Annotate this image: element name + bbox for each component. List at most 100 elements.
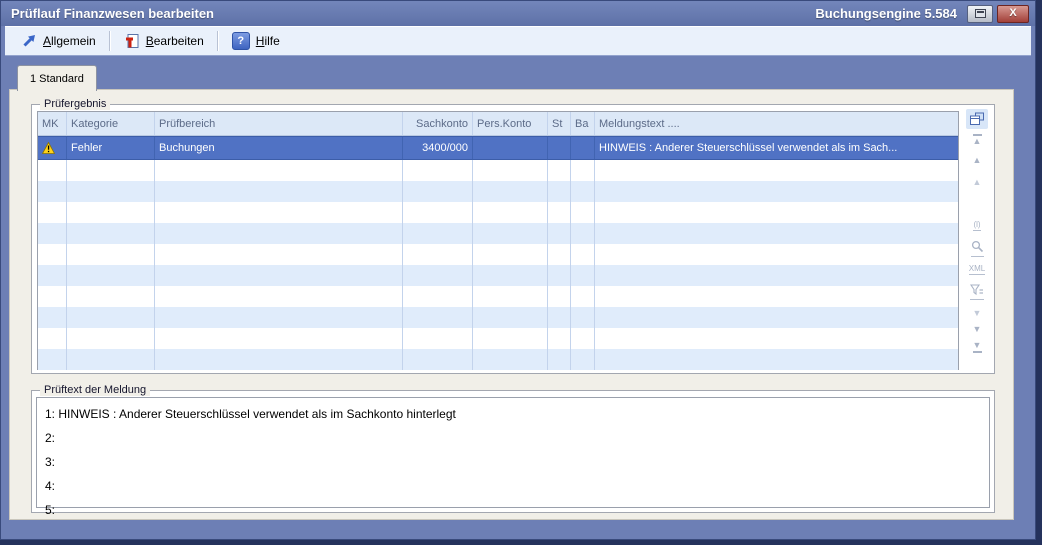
perskonto-cell: [473, 223, 548, 244]
brackets-button[interactable]: (l): [964, 221, 990, 231]
message-text-area[interactable]: 1: HINWEIS : Anderer Steuerschlüssel ver…: [36, 397, 990, 508]
sachkonto-cell: 3400/000: [403, 137, 473, 159]
filter-button[interactable]: [964, 284, 990, 300]
ba-cell: [571, 265, 595, 286]
st-cell: [548, 202, 571, 223]
perskonto-cell: [473, 286, 548, 307]
col-header-kategorie[interactable]: Kategorie: [67, 112, 155, 135]
result-group-title: Prüfergebnis: [40, 98, 110, 110]
engine-version-label: Buchungsengine 5.584: [815, 6, 957, 21]
mk-cell: [38, 349, 67, 370]
kategorie-cell: [67, 202, 155, 223]
col-header-mk[interactable]: MK: [38, 112, 67, 135]
st-cell: [548, 137, 571, 159]
perskonto-cell: [473, 160, 548, 181]
page-down-button[interactable]: ▼: [964, 309, 990, 318]
ba-cell: [571, 328, 595, 349]
scroll-to-top-button[interactable]: ▲: [964, 134, 990, 146]
pruefbereich-cell: [155, 349, 403, 370]
table-row-empty[interactable]: [38, 202, 958, 223]
ba-cell: [571, 137, 595, 159]
column-options-icon: [969, 112, 985, 126]
meldungstext-cell: [595, 202, 958, 223]
table-row-empty[interactable]: [38, 223, 958, 244]
perskonto-cell: [473, 328, 548, 349]
sachkonto-cell: [403, 265, 473, 286]
kategorie-cell: [67, 265, 155, 286]
kategorie-cell: [67, 328, 155, 349]
message-line-4: 4:: [45, 476, 989, 500]
table-row-empty[interactable]: [38, 181, 958, 202]
meldungstext-cell: [595, 349, 958, 370]
column-options-button[interactable]: [966, 109, 988, 129]
close-button[interactable]: X: [997, 5, 1029, 23]
arrow-up-right-icon: [21, 33, 37, 49]
meldungstext-cell: [595, 286, 958, 307]
allgemein-label: Allgemein: [43, 34, 96, 48]
perskonto-cell: [473, 244, 548, 265]
xml-button[interactable]: XML: [964, 265, 990, 275]
hilfe-button[interactable]: ? Hilfe: [226, 29, 286, 53]
st-cell: [548, 223, 571, 244]
sachkonto-cell: [403, 181, 473, 202]
sachkonto-cell: [403, 286, 473, 307]
table-row-selected[interactable]: Fehler Buchungen 3400/000 HINWEIS : Ande…: [38, 136, 958, 160]
search-button[interactable]: [964, 240, 990, 257]
mk-cell: [38, 160, 67, 181]
pruefbereich-cell: [155, 307, 403, 328]
meldungstext-cell: [595, 223, 958, 244]
pruefbereich-cell: [155, 223, 403, 244]
close-icon: X: [1009, 8, 1016, 19]
mk-cell: [38, 202, 67, 223]
table-row-empty[interactable]: [38, 307, 958, 328]
restore-button[interactable]: [967, 5, 993, 23]
tab-label: 1 Standard: [30, 73, 84, 85]
app-window: Prüflauf Finanzwesen bearbeiten Buchungs…: [0, 0, 1036, 540]
mk-cell: [38, 244, 67, 265]
meldungstext-cell: [595, 307, 958, 328]
toolbar-separator: [109, 31, 111, 51]
message-line-5: 5:: [45, 500, 989, 524]
message-line-3: 3:: [45, 452, 989, 476]
arrow-up-light-icon: ▲: [973, 178, 982, 187]
meldungstext-cell: [595, 244, 958, 265]
result-table: MK Kategorie Prüfbereich Sachkonto Pers.…: [37, 111, 959, 370]
scroll-to-bottom-button[interactable]: ▼: [964, 341, 990, 353]
arrow-up-icon: ▲: [973, 156, 982, 165]
table-row-empty[interactable]: [38, 160, 958, 181]
title-bar[interactable]: Prüflauf Finanzwesen bearbeiten Buchungs…: [1, 1, 1035, 26]
kategorie-cell: [67, 244, 155, 265]
table-header-row[interactable]: MK Kategorie Prüfbereich Sachkonto Pers.…: [38, 112, 958, 136]
bearbeiten-button[interactable]: Bearbeiten: [118, 30, 210, 52]
allgemein-button[interactable]: Allgemein: [15, 30, 102, 52]
col-header-perskonto[interactable]: Pers.Konto: [473, 112, 548, 135]
ba-cell: [571, 286, 595, 307]
move-up-button[interactable]: ▲: [964, 156, 990, 165]
pruefbereich-cell: [155, 244, 403, 265]
table-row-empty[interactable]: [38, 244, 958, 265]
search-icon: [971, 240, 984, 257]
table-row-empty[interactable]: [38, 328, 958, 349]
table-row-empty[interactable]: [38, 349, 958, 370]
mk-cell: [38, 328, 67, 349]
col-header-sachkonto[interactable]: Sachkonto: [403, 112, 473, 135]
st-cell: [548, 160, 571, 181]
table-body: Fehler Buchungen 3400/000 HINWEIS : Ande…: [38, 136, 958, 370]
col-header-ba[interactable]: Ba: [571, 112, 595, 135]
col-header-st[interactable]: St: [548, 112, 571, 135]
col-header-pruefbereich[interactable]: Prüfbereich: [155, 112, 403, 135]
page-up-button[interactable]: ▲: [964, 178, 990, 187]
perskonto-cell: [473, 181, 548, 202]
mk-cell: [38, 265, 67, 286]
tab-standard[interactable]: 1 Standard: [17, 65, 97, 91]
table-row-empty[interactable]: [38, 265, 958, 286]
restore-icon: [975, 9, 986, 18]
sachkonto-cell: [403, 328, 473, 349]
kategorie-cell: [67, 181, 155, 202]
move-down-button[interactable]: ▼: [964, 325, 990, 334]
table-row-empty[interactable]: [38, 286, 958, 307]
scroll-bottom-icon: ▼: [973, 341, 982, 353]
pruefbereich-cell: [155, 286, 403, 307]
kategorie-cell: [67, 307, 155, 328]
col-header-meldungstext[interactable]: Meldungstext ....: [595, 112, 958, 135]
